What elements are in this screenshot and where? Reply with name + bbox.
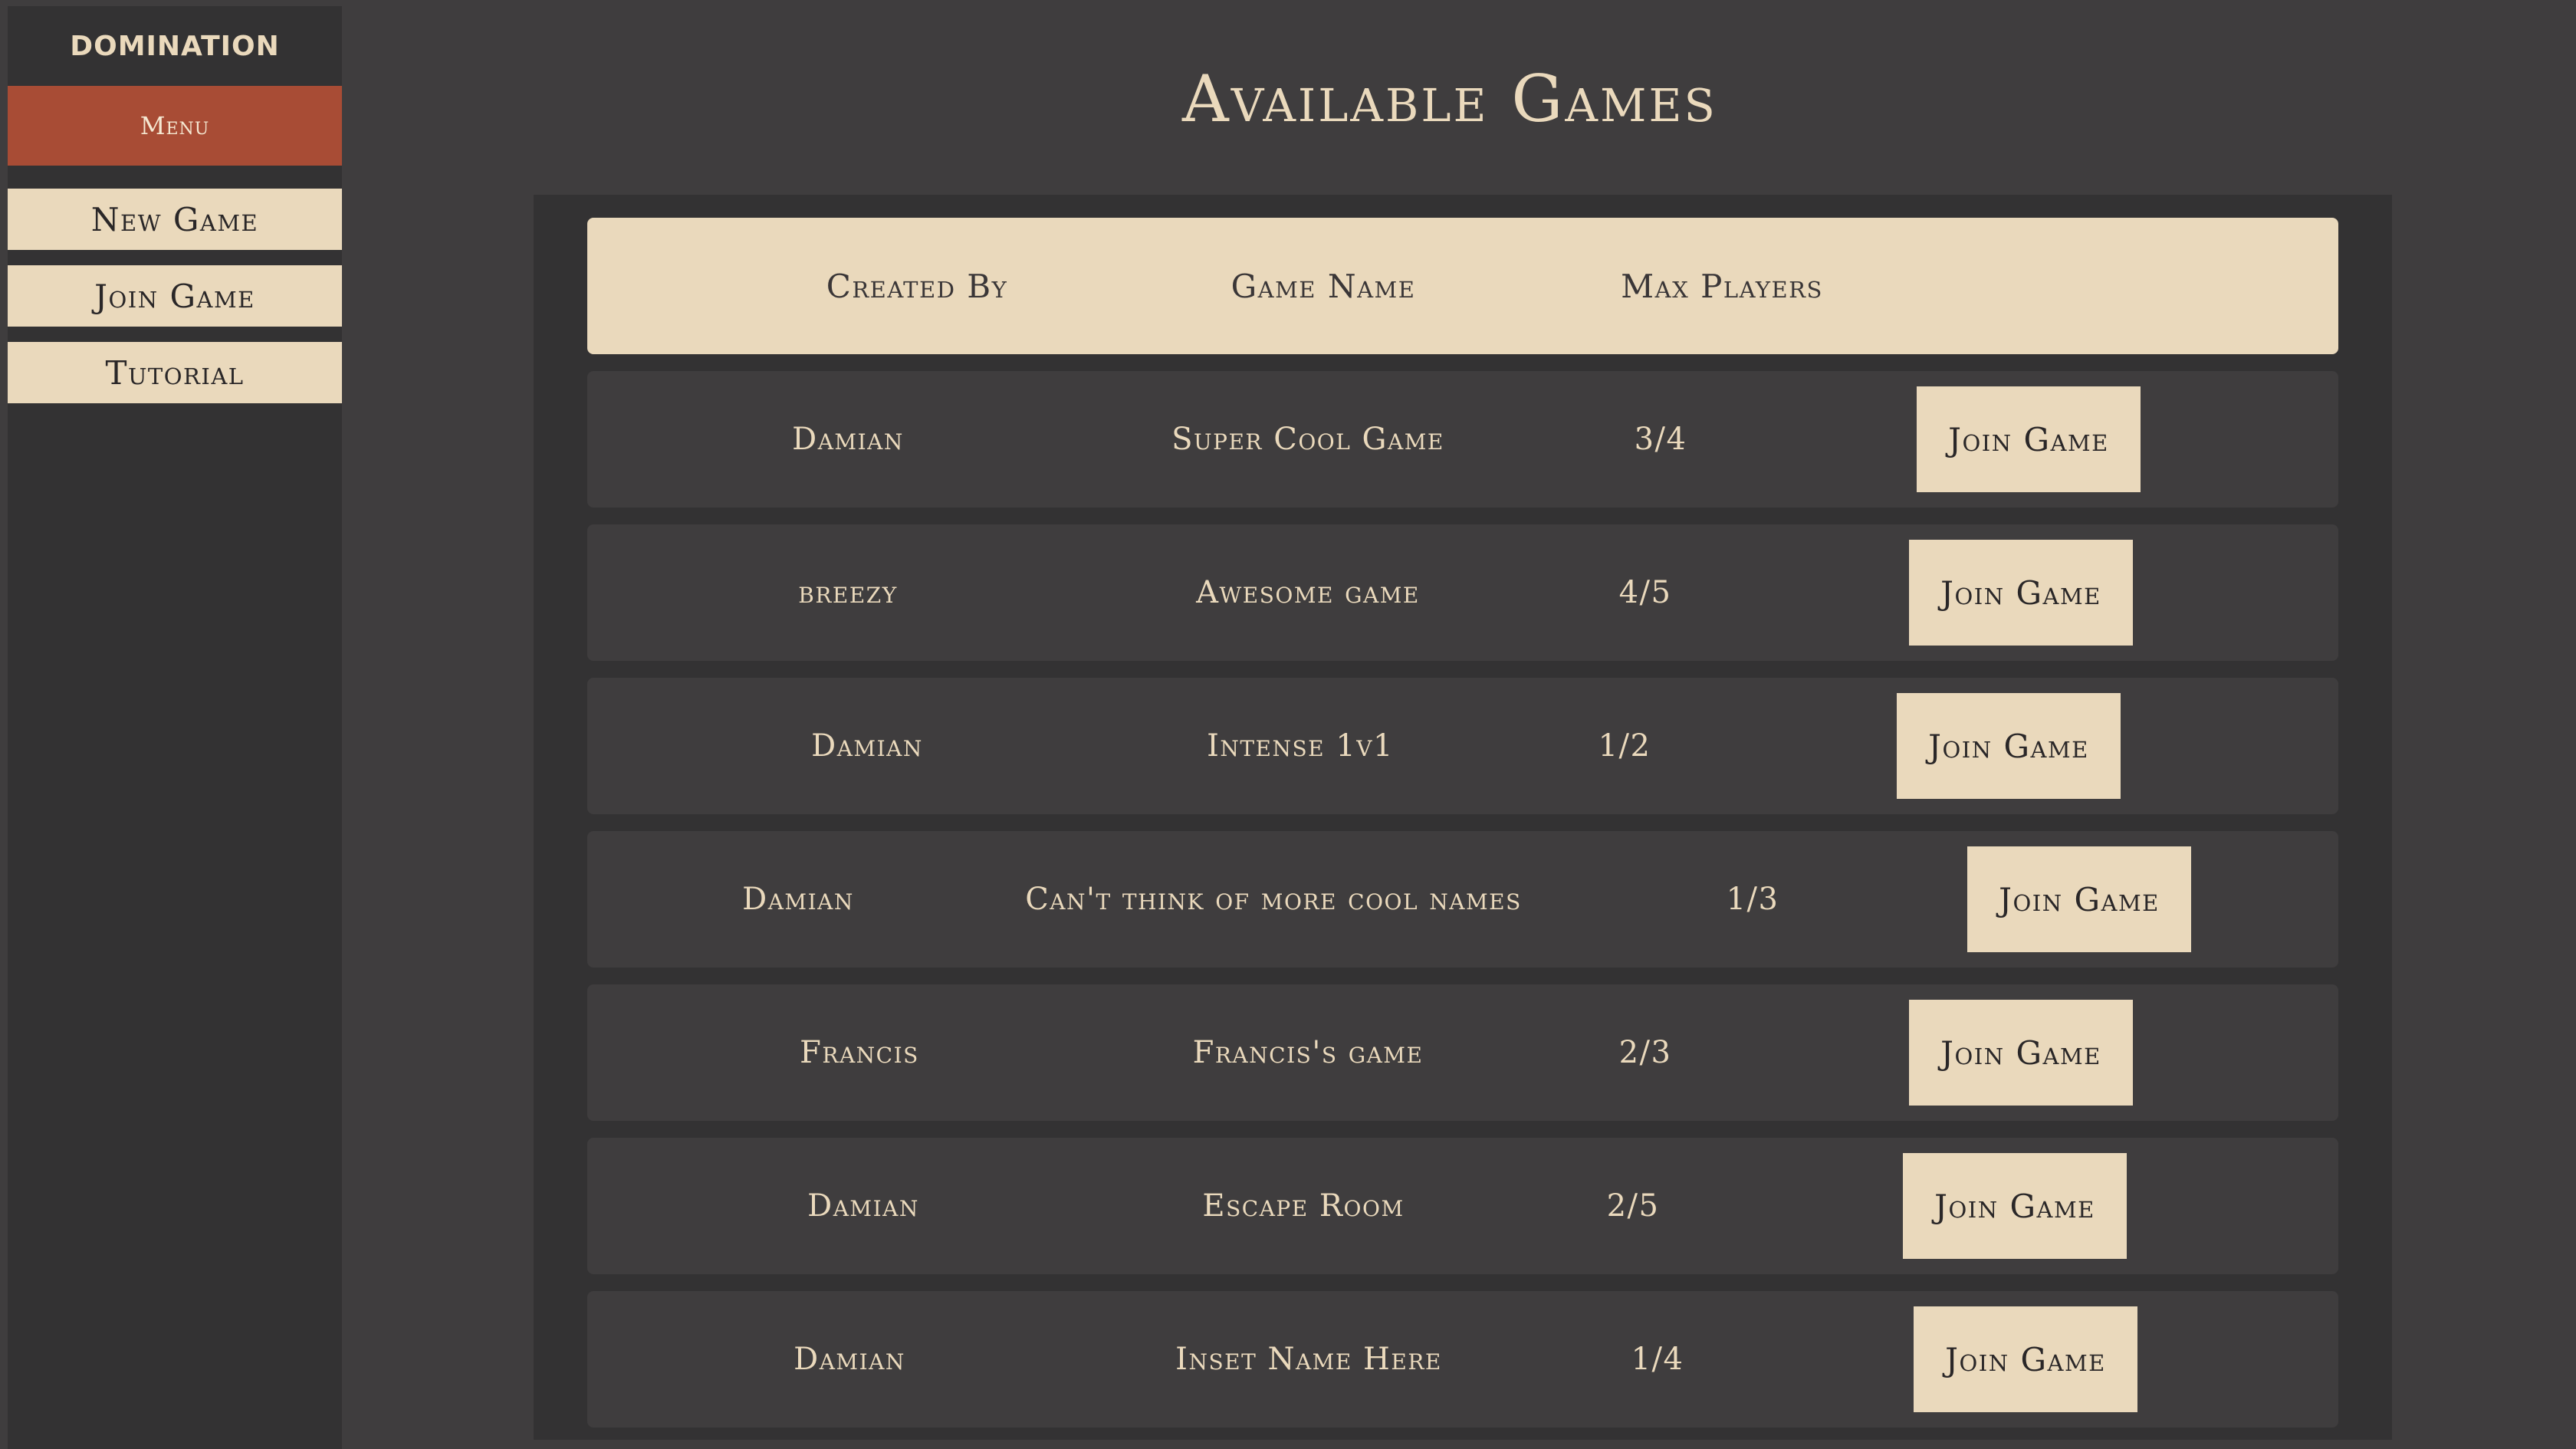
table-row: Damian Inset Name Here 1/4 Join Game [587, 1291, 2338, 1428]
cell-players: 3/4 [1634, 422, 1687, 457]
cell-creator: breezy [798, 575, 898, 610]
page-title: Available Games [1182, 61, 1717, 136]
cell-players: 4/5 [1618, 575, 1672, 610]
column-header-max-players: Max Players [1621, 267, 1823, 305]
brand-logo: DOMINATION [70, 30, 280, 62]
menu-header: Menu [8, 86, 342, 166]
cell-creator: Francis [800, 1035, 919, 1070]
cell-game-name: Inset Name Here [1175, 1342, 1442, 1377]
table-header: Created By Game Name Max Players [587, 218, 2338, 354]
table-row: breezy Awesome game 4/5 Join Game [587, 524, 2338, 661]
app-root: DOMINATION Menu New Game Join Game Tutor… [0, 0, 2576, 1449]
sidebar-item-tutorial[interactable]: Tutorial [8, 342, 342, 403]
sidebar-item-join-game[interactable]: Join Game [8, 265, 342, 327]
table-row: Damian Can't think of more cool names 1/… [587, 831, 2338, 968]
cell-creator: Damian [742, 882, 854, 917]
cell-game-name: Awesome game [1196, 575, 1420, 610]
cell-game-name: Intense 1v1 [1207, 728, 1394, 764]
cell-creator: Damian [794, 1342, 905, 1377]
join-game-button[interactable]: Join Game [1909, 1000, 2133, 1106]
table-row: Damian Intense 1v1 1/2 Join Game [587, 678, 2338, 814]
table-row: Damian Super Cool Game 3/4 Join Game [587, 371, 2338, 508]
table-row: Damian Escape Room 2/5 Join Game [587, 1138, 2338, 1274]
table-row: Francis Francis's game 2/3 Join Game [587, 984, 2338, 1121]
column-header-created-by: Created By [826, 267, 1008, 305]
join-game-button[interactable]: Join Game [1897, 693, 2121, 799]
cell-players: 1/2 [1598, 728, 1651, 764]
sidebar: DOMINATION Menu New Game Join Game Tutor… [8, 6, 342, 1449]
cell-creator: Damian [807, 1188, 919, 1224]
join-game-button[interactable]: Join Game [1967, 846, 2191, 952]
cell-players: 1/4 [1631, 1342, 1684, 1377]
cell-game-name: Escape Room [1202, 1188, 1405, 1224]
cell-players: 2/3 [1618, 1035, 1672, 1070]
cell-players: 1/3 [1726, 882, 1779, 917]
cell-game-name: Super Cool Game [1171, 422, 1444, 457]
cell-creator: Damian [792, 422, 904, 457]
join-game-button[interactable]: Join Game [1914, 1306, 2137, 1412]
join-game-button[interactable]: Join Game [1903, 1153, 2127, 1259]
games-table: Created By Game Name Max Players Damian … [534, 195, 2392, 1440]
cell-game-name: Can't think of more cool names [1025, 882, 1522, 917]
join-game-button[interactable]: Join Game [1909, 540, 2133, 646]
sidebar-item-new-game[interactable]: New Game [8, 189, 342, 250]
cell-players: 2/5 [1606, 1188, 1660, 1224]
column-header-game-name: Game Name [1230, 267, 1416, 305]
cell-game-name: Francis's game [1192, 1035, 1424, 1070]
cell-creator: Damian [811, 728, 923, 764]
join-game-button[interactable]: Join Game [1917, 386, 2141, 492]
